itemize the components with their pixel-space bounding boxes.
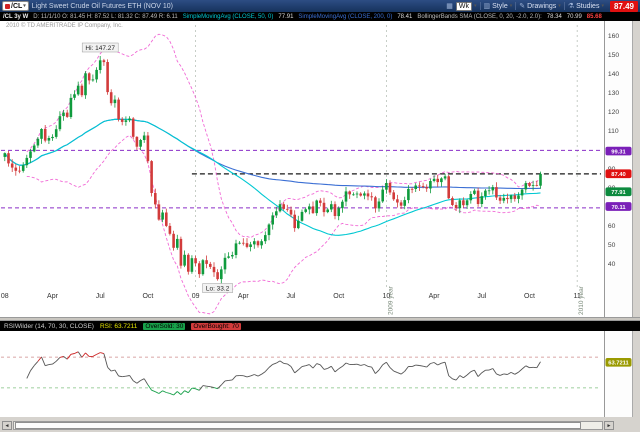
svg-text:Oct: Oct <box>142 293 153 300</box>
chevron-down-icon: ▾ <box>23 3 26 9</box>
svg-text:Oct: Oct <box>333 293 344 300</box>
rsi-chart-region: 63.7211 <box>0 331 640 417</box>
legend-bollinger-lower: 70.99 <box>566 13 582 20</box>
svg-text:Hi: 147.27: Hi: 147.27 <box>85 45 115 52</box>
chevron-down-icon: ▾ <box>601 3 604 9</box>
window-edge <box>632 21 640 317</box>
legend-sma200-value: 78.41 <box>397 13 413 20</box>
legend-bollinger-upper: 85.68 <box>586 13 602 20</box>
instrument-title: Light Sweet Crude Oil Futures ETH (NOV 1… <box>31 2 174 10</box>
svg-text:09: 09 <box>192 293 200 300</box>
rsi-chart-canvas[interactable] <box>0 331 604 417</box>
period-label: Wk <box>455 1 473 11</box>
svg-text:77.91: 77.91 <box>611 190 626 196</box>
price-axis[interactable]: 16015014013012011010090807060504099.3187… <box>604 21 632 317</box>
svg-text:08: 08 <box>1 293 9 300</box>
legend-sma50-label[interactable]: SimpleMovingAvg (CLOSE, 50, 0) <box>183 14 274 20</box>
overbought-chip: OverBought: 70 <box>191 322 241 330</box>
bottom-scrollbar: ◄ ► <box>0 417 640 432</box>
calendar-icon: ▦ <box>446 2 453 10</box>
symbol-type-icon <box>5 3 10 9</box>
svg-text:60: 60 <box>608 223 616 230</box>
oversold-chip: OverSold: 30 <box>143 322 186 330</box>
rsi-axis[interactable]: 63.7211 <box>604 331 632 417</box>
scroll-corner <box>615 421 638 430</box>
svg-text:110: 110 <box>608 128 619 135</box>
drawings-label: Drawings <box>527 2 557 10</box>
copyright-notice: 2010 © TD AMERITRADE IP Company, Inc. <box>6 23 123 29</box>
svg-text:99.31: 99.31 <box>611 149 626 155</box>
svg-text:40: 40 <box>608 261 616 268</box>
rsi-value-label: RSI: 63.7211 <box>99 322 138 330</box>
svg-text:130: 130 <box>608 90 620 97</box>
svg-text:Oct: Oct <box>524 293 535 300</box>
rsi-title[interactable]: RSIWilder (14, 70, 30, CLOSE) <box>4 323 94 330</box>
chart-legend: /CL 3y W D: 11/1/10 O: 81.45 H: 87.52 L:… <box>0 12 640 21</box>
last-price-badge: 87.49 <box>609 0 638 12</box>
studies-label: Studies <box>576 2 600 10</box>
svg-text:2010 year: 2010 year <box>578 285 585 315</box>
rsi-study-header: RSIWilder (14, 70, 30, CLOSE) RSI: 63.72… <box>0 321 640 331</box>
legend-bollinger-mid: 78.34 <box>546 13 562 20</box>
style-label: Style <box>492 2 508 10</box>
candlestick-chart-canvas[interactable]: 2009 year 2010 year Hi: 147.27 Lo: 33.2 08 Ap… <box>0 21 604 317</box>
svg-text:120: 120 <box>608 109 620 116</box>
svg-text:Jul: Jul <box>96 293 105 300</box>
flask-icon: ⚗ <box>567 2 575 10</box>
chevron-down-icon: ▾ <box>474 3 477 9</box>
svg-text:70.11: 70.11 <box>611 205 626 211</box>
symbol-input[interactable]: /CL ▾ <box>2 1 29 11</box>
pencil-icon: ✎ <box>519 2 526 10</box>
chevron-down-icon: ▾ <box>509 3 513 9</box>
legend-symbol-period: /CL 3y W <box>3 13 29 20</box>
chevron-down-icon: ▾ <box>558 3 561 9</box>
svg-text:Apr: Apr <box>238 293 250 300</box>
svg-text:150: 150 <box>608 52 620 59</box>
rsi-line <box>26 351 541 396</box>
period-button[interactable]: Wk ▾ <box>455 1 477 11</box>
svg-text:10: 10 <box>383 293 391 300</box>
scroll-thumb[interactable] <box>15 422 581 429</box>
studies-button[interactable]: ⚗ Studies ▾ <box>568 3 604 10</box>
legend-sma50-value: 77.91 <box>278 13 294 20</box>
svg-text:Jul: Jul <box>477 293 486 300</box>
legend-ohlc: D: 11/1/10 O: 81.45 H: 87.52 L: 81.32 C:… <box>33 13 178 20</box>
svg-text:2009 year: 2009 year <box>387 285 394 315</box>
window-edge <box>632 331 640 417</box>
svg-text:Lo: 33.2: Lo: 33.2 <box>206 286 230 293</box>
hi-marker: Hi: 147.27 <box>81 42 119 53</box>
main-chart-region: 2009 year 2010 year Hi: 147.27 Lo: 33.2 08 Ap… <box>0 21 640 317</box>
trading-chart-window: /CL ▾ Light Sweet Crude Oil Futures ETH … <box>0 0 640 432</box>
svg-text:160: 160 <box>608 33 620 40</box>
symbol-label: /CL <box>11 2 23 10</box>
scroll-right-button[interactable]: ► <box>604 421 614 430</box>
scroll-left-button[interactable]: ◄ <box>2 421 12 430</box>
legend-bollinger-label[interactable]: BollingerBands SMA (CLOSE, 0, 20, -2.0, … <box>417 14 541 20</box>
svg-text:140: 140 <box>608 71 620 78</box>
style-button[interactable]: ▥ Style ▾ <box>484 3 513 10</box>
legend-sma200-label[interactable]: SimpleMovingAvg (CLOSE, 200, 0) <box>298 14 392 20</box>
svg-text:50: 50 <box>608 242 616 249</box>
svg-text:11: 11 <box>574 293 581 300</box>
svg-text:Apr: Apr <box>47 293 59 300</box>
svg-text:Jul: Jul <box>287 293 296 300</box>
drawings-button[interactable]: ✎ Drawings ▾ <box>519 3 561 10</box>
scroll-track[interactable] <box>13 421 603 430</box>
style-icon: ▥ <box>483 2 491 10</box>
svg-text:63.7211: 63.7211 <box>608 361 629 367</box>
toolbar: /CL ▾ Light Sweet Crude Oil Futures ETH … <box>0 0 640 12</box>
sma200-line <box>4 118 541 190</box>
svg-text:87.40: 87.40 <box>611 172 625 178</box>
lo-marker: Lo: 33.2 <box>202 283 233 293</box>
candlestick-series <box>3 56 542 284</box>
svg-text:Apr: Apr <box>429 293 441 300</box>
